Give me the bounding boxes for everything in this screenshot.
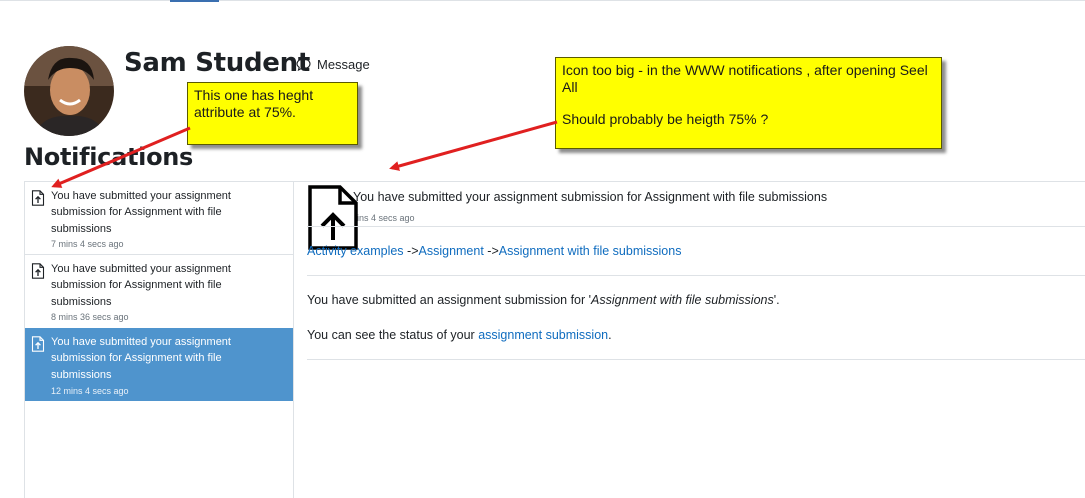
breadcrumb-separator: -> <box>483 244 499 258</box>
annotation-arrow <box>389 120 558 171</box>
body-text: You have submitted an assignment submiss… <box>307 293 592 307</box>
detail-top-divider <box>292 181 1085 182</box>
message-label: Message <box>317 57 370 72</box>
speech-bubble-icon <box>296 58 311 71</box>
notification-time: 12 mins 4 secs ago <box>51 386 129 396</box>
body-text: . <box>608 328 612 342</box>
notification-list: You have submitted your assignment submi… <box>24 181 294 498</box>
assignment-submission-link[interactable]: assignment submission <box>478 328 608 342</box>
file-upload-icon <box>31 190 45 206</box>
active-tab-indicator <box>170 0 219 2</box>
file-upload-icon <box>308 185 358 250</box>
notification-text: You have submitted your assignment submi… <box>51 263 231 308</box>
notification-body-line: You can see the status of your assignmen… <box>307 328 612 342</box>
annotation-text: Icon too big - in the WWW notifications … <box>562 62 928 95</box>
detail-divider <box>307 359 1085 360</box>
body-text: '. <box>773 293 780 307</box>
breadcrumb-activity-examples[interactable]: Activity examples <box>307 244 404 258</box>
notification-time: 8 mins 36 secs ago <box>51 312 129 322</box>
detail-divider <box>307 275 1085 276</box>
breadcrumb-assignment-file-submissions[interactable]: Assignment with file submissions <box>499 244 682 258</box>
file-upload-icon <box>31 263 45 279</box>
annotation-note: This one has heght attribute at 75%. <box>187 82 358 145</box>
notification-time: 7 mins 4 secs ago <box>51 239 124 249</box>
file-upload-icon <box>31 336 45 352</box>
profile-name: Sam Student <box>124 48 310 78</box>
notification-item-selected[interactable]: You have submitted your assignment submi… <box>25 328 293 401</box>
top-divider <box>0 0 1085 1</box>
notification-body-line: You have submitted an assignment submiss… <box>307 293 780 307</box>
breadcrumb-separator: -> <box>403 244 419 258</box>
annotation-text: Should probably be heigth 75% ? <box>562 111 769 127</box>
breadcrumb: Activity examples ->Assignment ->Assignm… <box>307 244 681 258</box>
body-text: You can see the status of your <box>307 328 479 342</box>
notification-item[interactable]: You have submitted your assignment submi… <box>25 182 293 255</box>
body-emphasis: Assignment with file submissions <box>591 293 774 307</box>
detail-divider <box>307 226 1085 227</box>
message-button[interactable]: Message <box>296 57 370 72</box>
page-title: Notifications <box>24 143 194 171</box>
breadcrumb-assignment[interactable]: Assignment <box>419 244 484 258</box>
avatar[interactable] <box>24 46 114 136</box>
notification-text: You have submitted your assignment submi… <box>51 336 231 381</box>
annotation-note: Icon too big - in the WWW notifications … <box>555 57 942 149</box>
notification-item[interactable]: You have submitted your assignment submi… <box>25 255 293 329</box>
notification-subject: You have submitted your assignment submi… <box>353 190 828 204</box>
notification-text: You have submitted your assignment submi… <box>51 190 231 235</box>
